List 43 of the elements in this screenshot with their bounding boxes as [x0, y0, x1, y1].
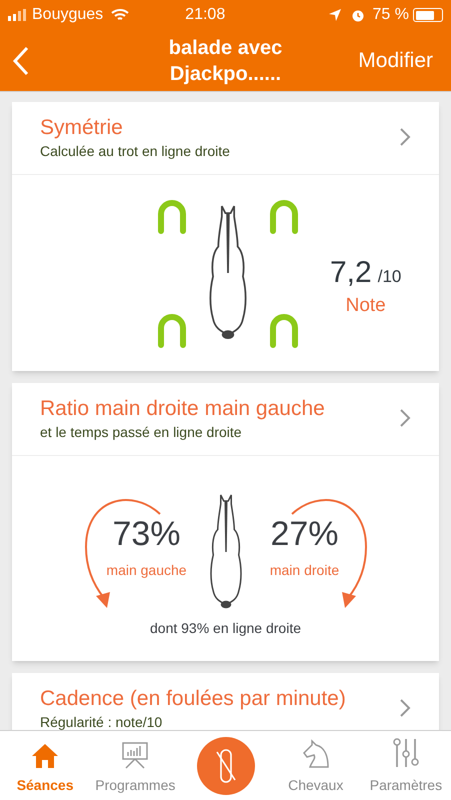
- horse-head-icon: [302, 739, 330, 769]
- session-title: balade avec Djackpo......: [168, 36, 284, 86]
- sensor-icon: [214, 748, 236, 784]
- clock: 21:08: [185, 5, 226, 25]
- tab-bar-item[interactable]: Séances: [0, 731, 90, 800]
- house-icon: [31, 743, 60, 769]
- symmetry-card[interactable]: Symétrie Calculée au trot en ligne droite 7,2 /10 Note: [12, 102, 439, 371]
- chevron-right-icon[interactable]: [399, 698, 411, 718]
- tab-bar-item[interactable]: Programmes: [90, 731, 180, 800]
- edit-button[interactable]: Modifier: [358, 44, 441, 76]
- horseshoe-icon: [156, 312, 188, 348]
- horseshoe-icon: [156, 198, 188, 234]
- score-label: Note: [346, 294, 386, 316]
- horseshoe-icon: [268, 198, 300, 234]
- score-value: 7,2: [330, 254, 372, 290]
- card-subtitle: Régularité : note/10: [40, 713, 164, 730]
- chevron-right-icon[interactable]: [399, 408, 411, 428]
- right-percentage: 27%: [270, 514, 339, 554]
- carrier-name: Bouygues: [32, 5, 104, 25]
- card-title: Symétrie: [40, 115, 124, 141]
- presentation-chart-icon: [120, 741, 150, 769]
- left-percentage: 73%: [112, 514, 181, 554]
- battery-icon: [413, 8, 443, 22]
- card-title: Ratio main droite main gauche: [40, 396, 326, 422]
- chevron-right-icon[interactable]: [399, 127, 411, 147]
- card-subtitle: Calculée au trot en ligne droite: [40, 142, 231, 160]
- right-label: main droite: [270, 560, 340, 580]
- ratio-card[interactable]: Ratio main droite main gauche et le temps passé en ligne droite 73% main gauche 27% main droite dont 93% en ligne droite: [12, 383, 439, 661]
- alarm-clock-icon: [350, 8, 365, 22]
- sliders-icon: [392, 737, 419, 769]
- wifi-icon: [111, 8, 130, 22]
- location-arrow-icon: [328, 9, 341, 21]
- card-title: Cadence (en foulées par minute): [40, 686, 347, 712]
- tab-bar-item[interactable]: Chevaux: [270, 731, 361, 800]
- straight-line-note: dont 93% en ligne droite: [150, 619, 301, 638]
- battery-percentage: 75 %: [372, 5, 409, 25]
- cadence-card[interactable]: Cadence (en foulées par minute) Régularité : note/10: [12, 673, 439, 730]
- left-label: main gauche: [106, 560, 187, 580]
- score-scale: /10: [378, 266, 402, 288]
- horseshoe-icon: [268, 312, 300, 348]
- card-subtitle: et le temps passé en ligne droite: [40, 423, 243, 441]
- tab-bar-item[interactable]: Paramètres: [360, 731, 451, 800]
- signal-icon: [8, 9, 28, 21]
